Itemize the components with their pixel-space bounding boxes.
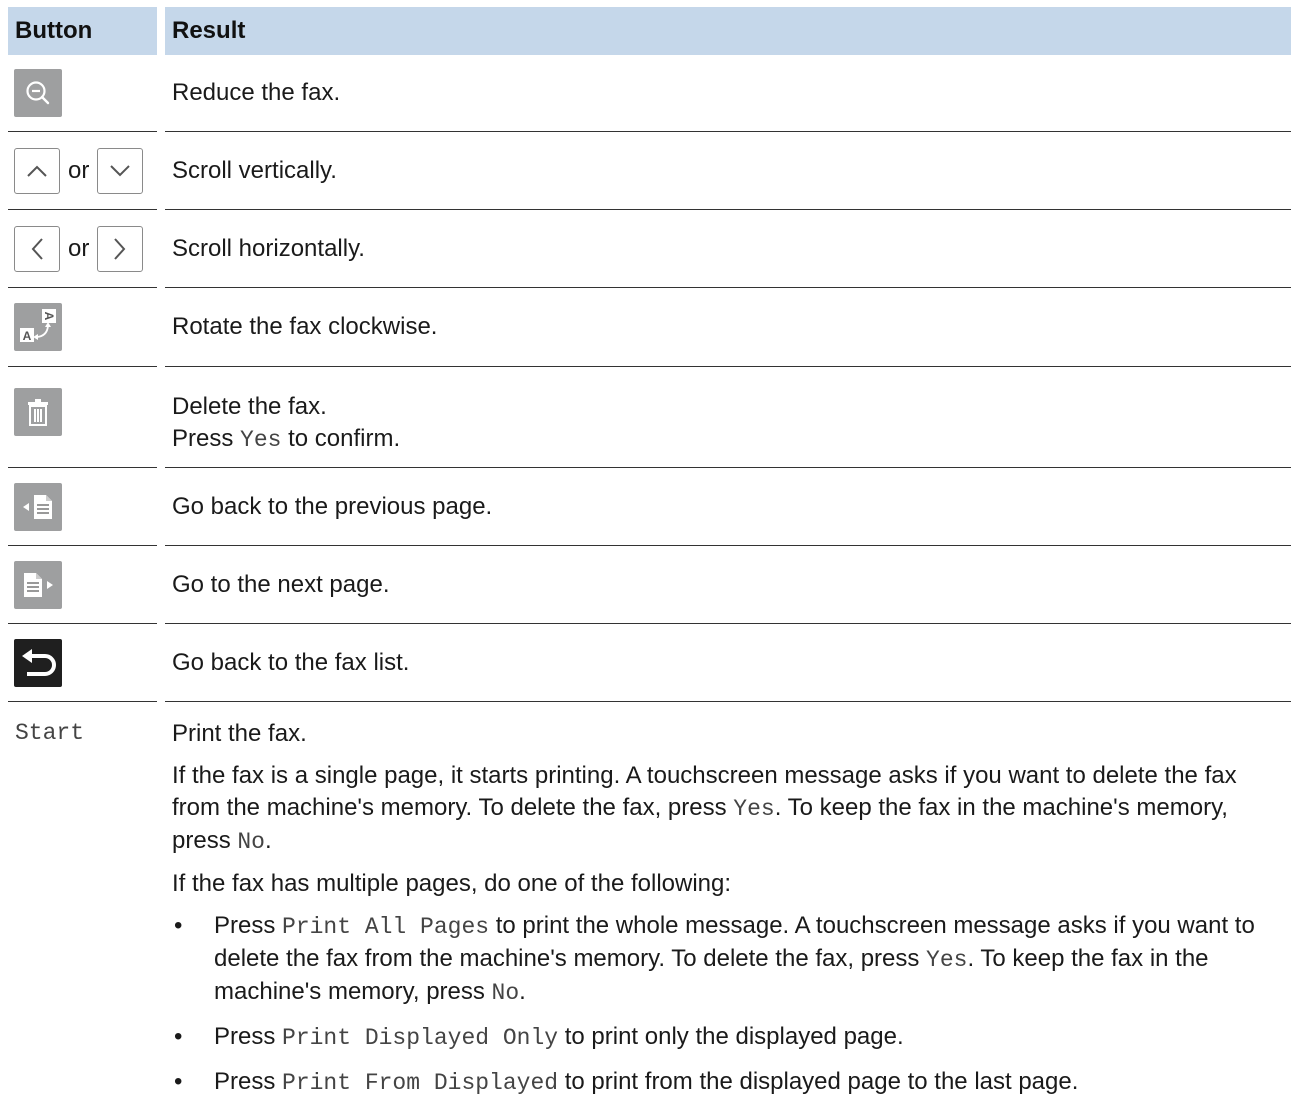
result-cell: Reduce the fax. (165, 55, 1291, 132)
start-para-multi-page: If the fax has multiple pages, do one of… (172, 870, 732, 897)
result-line: Delete the fax. (172, 393, 327, 420)
list-item: • Press Print All Pages to print the whol… (174, 912, 1255, 1006)
back-icon[interactable] (14, 638, 62, 687)
button-cell: or (8, 210, 157, 288)
start-line1: Print the fax. (172, 720, 307, 747)
result-cell: Go back to the fax list. (165, 624, 1291, 702)
list-item: • Press Print From Displayed to print fro… (174, 1068, 1079, 1096)
result-line: Press Yes to confirm. (172, 425, 401, 453)
chevron-right-icon[interactable] (97, 225, 144, 272)
table-row: Reduce the fax. (8, 55, 1291, 132)
table-row: or Scroll horizontally. (8, 210, 1291, 288)
chevron-up-icon[interactable] (14, 147, 60, 194)
next-page-icon[interactable] (14, 560, 62, 609)
print-displayed-only-code: Print Displayed Only (282, 1025, 559, 1051)
or-text: or (68, 234, 90, 262)
table-row: Go back to the fax list. (8, 624, 1291, 702)
result-cell: Go to the next page. (165, 546, 1291, 624)
start-button-label: Start (15, 720, 85, 746)
svg-text:A: A (23, 329, 32, 343)
svg-text:A: A (42, 312, 56, 321)
button-cell: A A (8, 288, 157, 367)
result-cell: Go back to the previous page. (165, 468, 1291, 546)
zoom-out-icon[interactable] (14, 69, 62, 117)
result-cell: Delete the fax. Press Yes to confirm. (165, 367, 1291, 468)
header-button: Button (8, 7, 157, 55)
table-row: or Scroll vertically. (8, 132, 1291, 210)
button-cell (8, 367, 157, 468)
table-row: Go to the next page. (8, 546, 1291, 624)
button-cell (8, 55, 157, 132)
result-cell: Print the fax. If the fax is a single pa… (165, 702, 1291, 1111)
table-header: Button Result (8, 7, 1291, 55)
button-cell (8, 546, 157, 624)
table-row: Start Print the fax. If the fax is a sin… (8, 702, 1291, 1111)
table-row: A A Rotate the fax clockwise. (8, 288, 1291, 367)
header-result: Result (165, 7, 1291, 55)
result-cell: Rotate the fax clockwise. (165, 288, 1291, 367)
or-text: or (68, 156, 90, 184)
previous-page-icon[interactable] (14, 482, 62, 531)
table-row: Delete the fax. Press Yes to confirm. (8, 367, 1291, 468)
start-para-single-page: If the fax is a single page, it starts p… (172, 762, 1237, 855)
button-cell (8, 468, 157, 546)
trash-icon[interactable] (14, 388, 62, 436)
chevron-left-icon[interactable] (14, 225, 60, 272)
list-item: • Press Print Displayed Only to print onl… (174, 1023, 904, 1051)
print-from-displayed-code: Print From Displayed (282, 1070, 559, 1096)
rotate-icon[interactable]: A A (14, 303, 62, 351)
result-cell: Scroll horizontally. (165, 210, 1291, 288)
button-cell (8, 624, 157, 702)
button-cell: or (8, 132, 157, 210)
chevron-down-icon[interactable] (97, 147, 144, 194)
table-row: Go back to the previous page. (8, 468, 1291, 546)
start-options-list: • Press Print All Pages to print the whol… (172, 910, 1291, 1099)
result-cell: Scroll vertically. (165, 132, 1291, 210)
yes-code: Yes (240, 427, 282, 453)
button-cell: Start (8, 702, 157, 1111)
print-all-pages-code: Print All Pages (282, 914, 490, 940)
button-result-table: Button Result Reduce the fax. or Scroll … (8, 7, 1291, 1111)
